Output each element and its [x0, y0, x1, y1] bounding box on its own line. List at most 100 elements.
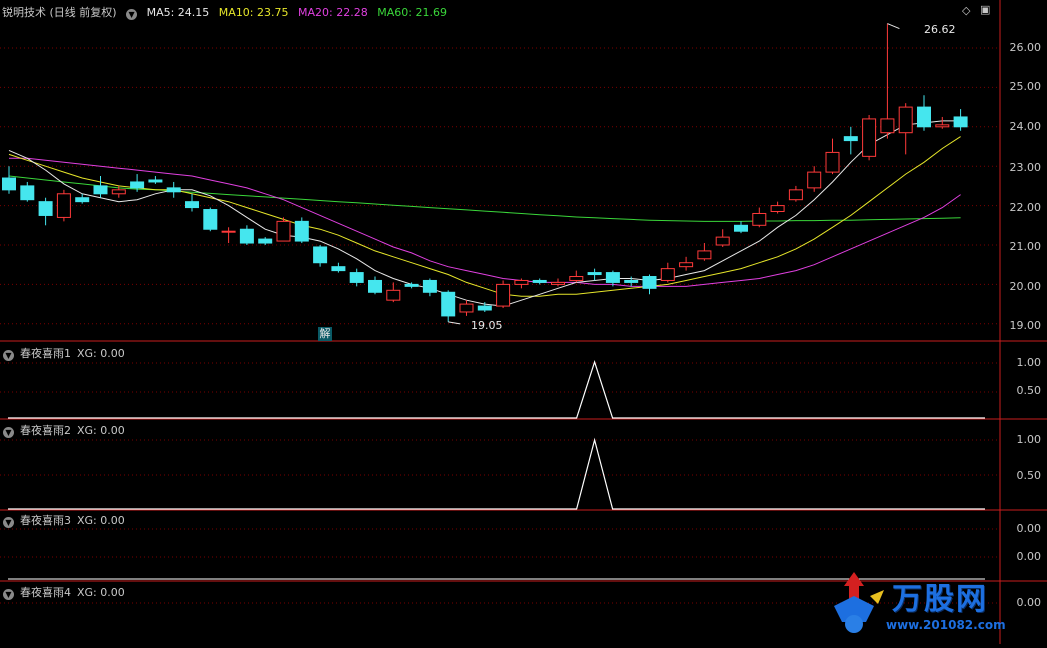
candle-body — [770, 205, 785, 213]
candle-body — [551, 281, 565, 285]
candle-body — [843, 136, 858, 142]
main-header: 锐明技术 (日线 前复权) ▼ MA5: 24.15 MA10: 23.75 M… — [2, 4, 453, 20]
candle-body — [807, 171, 822, 189]
sub-panel-value: XG: 0.00 — [77, 347, 125, 360]
y-tick: 0.50 — [1016, 384, 1042, 397]
candle-body — [313, 246, 328, 264]
low-marker — [448, 321, 461, 325]
dropdown-icon[interactable]: ▼ — [3, 517, 14, 528]
signal-line-1 — [8, 360, 985, 419]
ma10-label: MA10: 23.75 — [218, 6, 289, 19]
candle-body — [734, 224, 748, 232]
candle-body — [642, 276, 657, 289]
candle-body — [130, 181, 145, 189]
dropdown-icon[interactable]: ▼ — [126, 9, 138, 20]
event-badge[interactable]: 解 — [318, 327, 332, 341]
y-tick: 26.00 — [1009, 41, 1042, 54]
sub-panel-2-header: ▼ 春夜喜雨2 XG: 0.00 — [3, 422, 131, 438]
candle-body — [422, 279, 437, 293]
low-price-label: 19.05 — [471, 319, 503, 332]
sub-panel-4-header: ▼ 春夜喜雨4 XG: 0.00 — [3, 584, 131, 600]
candle-body — [459, 303, 474, 313]
ma10-line — [8, 136, 961, 297]
candle-body — [349, 272, 364, 283]
candle-body — [276, 220, 291, 242]
candle-body — [331, 266, 346, 272]
chart-canvas — [0, 0, 1047, 644]
candle-body — [624, 279, 639, 283]
candle-body — [258, 238, 273, 244]
high-marker — [887, 23, 900, 30]
candle-body — [75, 197, 90, 203]
candle-body — [496, 283, 511, 307]
y-tick: 22.00 — [1009, 201, 1042, 214]
candle-body — [477, 305, 492, 311]
candle-body — [93, 185, 108, 195]
candle-body — [404, 283, 419, 287]
candle-body — [569, 276, 584, 281]
dropdown-icon[interactable]: ▼ — [3, 589, 14, 600]
candle-body — [953, 116, 968, 128]
candle-body — [441, 291, 456, 317]
candle-body — [2, 177, 16, 191]
ma5-line — [8, 120, 961, 307]
candle-body — [20, 185, 35, 201]
candle-body — [368, 279, 382, 293]
y-tick: 0.00 — [1016, 522, 1042, 535]
candle-body — [825, 151, 840, 173]
ma5-label: MA5: 24.15 — [146, 6, 210, 19]
candle-body — [148, 179, 163, 183]
candle-body — [862, 118, 877, 157]
watermark-url: www.201082.com — [886, 618, 1006, 632]
candle-body — [203, 209, 218, 230]
sub-panel-value: XG: 0.00 — [77, 424, 125, 437]
candle-body — [166, 187, 181, 193]
watermark-brand: 万股网 — [892, 582, 988, 617]
candle-body — [532, 279, 547, 283]
sub-panel-value: XG: 0.00 — [77, 514, 125, 527]
candle-body — [386, 289, 401, 301]
y-tick: 23.00 — [1009, 161, 1042, 174]
y-tick: 24.00 — [1009, 120, 1042, 133]
y-tick: 0.00 — [1016, 550, 1042, 563]
candle-body — [185, 201, 199, 209]
y-tick: 20.00 — [1009, 280, 1042, 293]
candle-body — [679, 262, 694, 268]
y-tick: 1.00 — [1016, 433, 1042, 446]
diamond-icon[interactable]: ◇ — [962, 4, 970, 17]
candle-body — [715, 236, 730, 246]
sub-panel-title[interactable]: 春夜喜雨1 — [20, 347, 71, 360]
stock-title[interactable]: 锐明技术 (日线 前复权) — [2, 6, 117, 19]
candle-body — [660, 268, 675, 281]
dropdown-icon[interactable]: ▼ — [3, 350, 14, 361]
window-toggle-icon[interactable]: ▣ — [980, 3, 990, 16]
candle-body — [697, 250, 712, 260]
candle-body — [56, 193, 71, 218]
rocket-logo-icon — [834, 572, 884, 633]
ma60-label: MA60: 21.69 — [377, 6, 447, 19]
y-tick: 1.00 — [1016, 356, 1042, 369]
candle-body — [294, 220, 309, 242]
sub-panel-title[interactable]: 春夜喜雨2 — [20, 424, 71, 437]
watermark-logo: 万股网 www.201082.com — [826, 566, 1044, 642]
candle-body — [239, 228, 254, 244]
sub-panel-title[interactable]: 春夜喜雨3 — [20, 514, 71, 527]
candle-body — [605, 272, 620, 283]
sub-panel-value: XG: 0.00 — [77, 586, 125, 599]
dropdown-icon[interactable]: ▼ — [3, 427, 14, 438]
sub-panel-1-header: ▼ 春夜喜雨1 XG: 0.00 — [3, 345, 131, 361]
sub-panel-3-header: ▼ 春夜喜雨3 XG: 0.00 — [3, 512, 131, 528]
sub-panel-title[interactable]: 春夜喜雨4 — [20, 586, 71, 599]
y-tick: 0.50 — [1016, 469, 1042, 482]
candle-body — [752, 212, 767, 226]
y-tick: 21.00 — [1009, 240, 1042, 253]
candle-body — [38, 201, 53, 216]
candle-body — [514, 279, 529, 285]
candle-body — [935, 124, 950, 128]
y-tick: 25.00 — [1009, 80, 1042, 93]
chart-window: 锐明技术 (日线 前复权) ▼ MA5: 24.15 MA10: 23.75 M… — [0, 0, 1047, 644]
candle-body — [221, 230, 236, 233]
y-tick: 19.00 — [1009, 319, 1042, 332]
ma20-label: MA20: 22.28 — [298, 6, 368, 19]
candle-body — [917, 106, 931, 128]
